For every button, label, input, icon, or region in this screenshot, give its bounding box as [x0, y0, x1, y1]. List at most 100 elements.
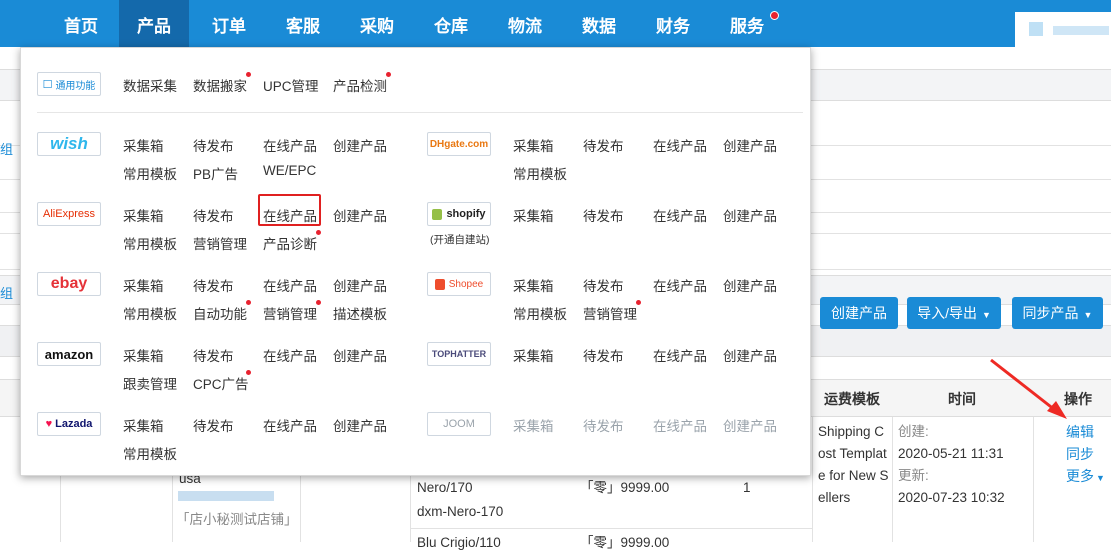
shopify-online-products[interactable]: 在线产品	[653, 205, 707, 225]
shopee-collection-box[interactable]: 采集箱	[513, 275, 554, 295]
nav-orders[interactable]: 订单	[194, 0, 264, 47]
ebay-pending[interactable]: 待发布	[193, 275, 234, 295]
wish-collection-box[interactable]: 采集箱	[123, 135, 164, 155]
general-features-logo: ☐ 通用功能	[37, 72, 101, 96]
tophatter-online-products[interactable]: 在线产品	[653, 345, 707, 365]
aliexpress-logo: AliExpress	[37, 202, 101, 226]
amazon-pending[interactable]: 待发布	[193, 345, 234, 365]
amazon-create-product[interactable]: 创建产品	[333, 345, 387, 365]
row-line	[410, 528, 812, 529]
dhgate-create-product[interactable]: 创建产品	[723, 135, 777, 155]
new-dot	[316, 300, 321, 305]
col-line	[60, 476, 61, 542]
col-line	[1033, 417, 1034, 542]
ebay-automation[interactable]: 自动功能	[193, 303, 247, 323]
dhgate-collection-box[interactable]: 采集箱	[513, 135, 554, 155]
shopify-logo: shopify	[427, 202, 491, 226]
import-export-button[interactable]: 导入/导出 ▼	[907, 297, 1001, 329]
lazada-pending[interactable]: 待发布	[193, 415, 234, 435]
shopee-templates[interactable]: 常用模板	[513, 303, 567, 323]
ebay-marketing[interactable]: 营销管理	[263, 303, 317, 323]
aliexpress-pending[interactable]: 待发布	[193, 205, 234, 225]
shopee-pending[interactable]: 待发布	[583, 275, 624, 295]
lazada-templates[interactable]: 常用模板	[123, 443, 177, 463]
lazada-online-products[interactable]: 在线产品	[263, 415, 317, 435]
sync-link[interactable]: 同步	[1066, 444, 1094, 464]
caret-down-icon: ▼	[981, 310, 991, 320]
lazada-logo: ♥ Lazada	[37, 412, 101, 436]
shipping-template-text: Shipping C	[818, 424, 885, 439]
nav-purchasing[interactable]: 采购	[342, 0, 412, 47]
ebay-logo: ebay	[37, 272, 101, 296]
wish-templates[interactable]: 常用模板	[123, 163, 177, 183]
ebay-description-templates[interactable]: 描述模板	[333, 303, 387, 323]
aliexpress-diagnosis[interactable]: 产品诊断	[263, 233, 317, 253]
ebay-online-products[interactable]: 在线产品	[263, 275, 317, 295]
amazon-cpc-ads[interactable]: CPC广告	[193, 373, 249, 393]
price: 「零」9999.00	[580, 535, 670, 550]
shop-id-blurred	[178, 491, 274, 501]
nav-finance[interactable]: 财务	[638, 0, 708, 47]
nav-data[interactable]: 数据	[564, 0, 634, 47]
avatar	[1029, 22, 1043, 36]
nav-home[interactable]: 首页	[44, 0, 118, 47]
wish-logo: wish	[37, 132, 101, 156]
create-product-button[interactable]: 创建产品	[820, 297, 898, 329]
tophatter-pending[interactable]: 待发布	[583, 345, 624, 365]
shopee-bag-icon	[434, 278, 445, 290]
sync-products-button[interactable]: 同步产品 ▼	[1012, 297, 1103, 329]
wish-online-products[interactable]: 在线产品	[263, 135, 317, 155]
shopify-collection-box[interactable]: 采集箱	[513, 205, 554, 225]
annotation-arrow	[990, 358, 1067, 419]
group-link[interactable]: 组	[0, 139, 13, 158]
aliexpress-collection-box[interactable]: 采集箱	[123, 205, 164, 225]
ebay-create-product[interactable]: 创建产品	[333, 275, 387, 295]
dhgate-logo: DHgate.com	[427, 132, 491, 156]
dhgate-pending[interactable]: 待发布	[583, 135, 624, 155]
nav-products[interactable]: 产品	[119, 0, 189, 47]
amazon-online-products[interactable]: 在线产品	[263, 345, 317, 365]
aliexpress-create-product[interactable]: 创建产品	[333, 205, 387, 225]
lazada-collection-box[interactable]: 采集箱	[123, 415, 164, 435]
shopify-create-product[interactable]: 创建产品	[723, 205, 777, 225]
tophatter-collection-box[interactable]: 采集箱	[513, 345, 554, 365]
nav-warehouse[interactable]: 仓库	[416, 0, 486, 47]
shopee-create-product[interactable]: 创建产品	[723, 275, 777, 295]
ebay-collection-box[interactable]: 采集箱	[123, 275, 164, 295]
lazada-create-product[interactable]: 创建产品	[333, 415, 387, 435]
group-link[interactable]: 组	[0, 283, 13, 302]
tophatter-create-product[interactable]: 创建产品	[723, 345, 777, 365]
amazon-collection-box[interactable]: 采集箱	[123, 345, 164, 365]
shopee-online-products[interactable]: 在线产品	[653, 275, 707, 295]
divider	[37, 112, 803, 113]
ebay-templates[interactable]: 常用模板	[123, 303, 177, 323]
menu-data-collection[interactable]: 数据采集	[123, 75, 177, 95]
created-time: 2020-05-21 11:31	[898, 446, 1004, 461]
more-link[interactable]: 更多 ▼	[1066, 466, 1105, 486]
wish-pending[interactable]: 待发布	[193, 135, 234, 155]
wish-create-product[interactable]: 创建产品	[333, 135, 387, 155]
nav-customer-service[interactable]: 客服	[268, 0, 338, 47]
sku-line: dxm-Nero-170	[417, 504, 504, 519]
dhgate-templates[interactable]: 常用模板	[513, 163, 567, 183]
nav-services[interactable]: 服务	[712, 0, 782, 47]
wish-pb-ads[interactable]: PB广告	[193, 163, 238, 183]
wish-we-epc[interactable]: WE/EPC	[263, 163, 316, 178]
user-account[interactable]	[1015, 12, 1111, 47]
aliexpress-templates[interactable]: 常用模板	[123, 233, 177, 253]
nav-logistics[interactable]: 物流	[490, 0, 560, 47]
shopify-pending[interactable]: 待发布	[583, 205, 624, 225]
sku-line: Blu Crigio/110	[417, 535, 501, 550]
shipping-template-text: ost Templat	[818, 446, 887, 461]
caret-down-icon: ▼	[1083, 310, 1093, 320]
shopee-marketing[interactable]: 营销管理	[583, 303, 637, 323]
menu-data-migration[interactable]: 数据搬家	[193, 75, 247, 95]
menu-product-check[interactable]: 产品检测	[333, 75, 387, 95]
menu-upc-management[interactable]: UPC管理	[263, 75, 319, 95]
aliexpress-marketing[interactable]: 营销管理	[193, 233, 247, 253]
amazon-follow-sell[interactable]: 跟卖管理	[123, 373, 177, 393]
highlight-box	[258, 194, 321, 226]
dhgate-online-products[interactable]: 在线产品	[653, 135, 707, 155]
shipping-template-text: e for New S	[818, 468, 889, 483]
th-shipping-template: 运费模板	[824, 391, 880, 407]
